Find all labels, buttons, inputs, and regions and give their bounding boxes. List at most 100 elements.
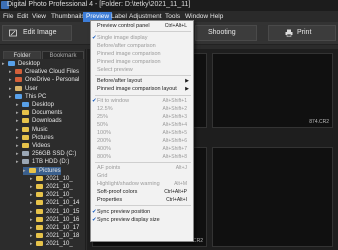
tree-node[interactable]: ▸ 2021_10_ [30, 175, 73, 183]
folder-icon [36, 184, 43, 189]
tree-node[interactable]: ▸ Downloads [16, 117, 62, 125]
menu-thumbnails[interactable]: Thumbnails [51, 12, 85, 22]
tree-node-label: Creative Cloud Files [25, 69, 80, 76]
tree-node-label: 256GB SSD (C:) [32, 151, 77, 158]
menu-separator [95, 31, 191, 33]
menu-item-label: Grid [97, 173, 108, 180]
menu-item-shortcut: Alt+J [175, 165, 187, 172]
folder-icon [22, 118, 29, 124]
menu-item-label: 800% [97, 153, 112, 160]
shooting-button[interactable]: Shooting [195, 25, 257, 41]
menu-item: 50% Alt+Shift+4 [91, 121, 193, 129]
tree-node[interactable]: ▸ Documents [16, 109, 62, 117]
tree-node-label: Documents [32, 110, 63, 117]
menu-item-label: AF points [97, 165, 121, 172]
tree-node[interactable]: ▸ Pictures [23, 166, 61, 175]
tree-node[interactable]: ▸ 2021_10_17 [30, 224, 79, 232]
title-bar: Digital Photo Professional 4 - [Folder: … [0, 0, 338, 11]
menu-item: 100% Alt+Shift+5 [91, 129, 193, 137]
tree-node[interactable]: ▸ 2021_10_ [30, 191, 73, 199]
menu-item-label: 50% [97, 121, 109, 128]
printer-icon [285, 29, 293, 37]
thumbnail-item[interactable]: 874.CR2 [212, 53, 333, 128]
pane-tabs: Folder Bookmark [0, 49, 85, 59]
cloud-icon [15, 77, 22, 83]
edit-icon [9, 29, 17, 37]
tree-node[interactable]: ▸ Music [16, 126, 48, 134]
menu-item-label: 200% [97, 137, 112, 144]
tree-node[interactable]: ▸ This PC [9, 93, 46, 101]
checkmark-icon: ✔ [92, 216, 97, 223]
menu-item-label: Properties [97, 197, 123, 203]
tree-node[interactable]: ▸ OneDrive - Personal [9, 76, 79, 84]
print-label: Print [297, 29, 312, 36]
tree-node[interactable]: ▸ 2021_10_15 [30, 208, 79, 216]
tab-bookmark[interactable]: Bookmark [42, 51, 84, 59]
tree-node[interactable]: ▸ Desktop [2, 60, 40, 68]
menu-item[interactable]: Soft-proof colors Ctrl+Alt+P [91, 188, 193, 196]
menu-item-shortcut: Alt+Shift+6 [162, 137, 187, 144]
tree-node-label: 2021_10_15 [46, 208, 80, 215]
print-button[interactable]: Print [268, 25, 336, 41]
tree-node[interactable]: ▸ Creative Cloud Files [9, 68, 79, 76]
tree-node-label: 2021_10_ [46, 192, 73, 199]
menu-item[interactable]: Pinned image comparison layout ▶ [91, 85, 193, 93]
tree-node[interactable]: ▸ Pictures [16, 134, 54, 142]
folder-icon [36, 192, 43, 198]
pc-icon [22, 102, 29, 107]
tree-node[interactable]: ▸ 2021_10_ [30, 240, 73, 248]
tree-node[interactable]: ▸ Videos [16, 142, 50, 150]
tree-node[interactable]: ▸ 2021_10_14 [30, 199, 79, 207]
menu-item[interactable]: Before/after layout ▶ [91, 77, 193, 85]
edit-image-button[interactable]: Edit Image [2, 25, 72, 41]
menu-item[interactable]: ✔ Sync preview display size [91, 216, 193, 224]
menu-file[interactable]: File [3, 12, 13, 22]
tree-node[interactable]: ▸ Desktop [16, 101, 54, 109]
menu-item[interactable]: Preview control panel Ctrl+Alt+L [91, 22, 193, 30]
tree-node-label: 2021_10_ [46, 241, 73, 248]
menu-item[interactable]: Properties Ctrl+Alt+I [91, 196, 193, 204]
tree-node[interactable]: ▸ User [9, 85, 38, 93]
folder-icon [22, 143, 29, 148]
checkmark-icon: ✔ [92, 98, 97, 105]
tree-node[interactable]: ▸ 2021_10_18 [30, 232, 79, 240]
window-title: Digital Photo Professional 4 - [Folder: … [7, 1, 191, 8]
tree-node[interactable]: ▸ 2021_10_ [30, 183, 73, 191]
menu-item-shortcut: Alt+Shift+3 [162, 114, 187, 120]
tree-node[interactable]: ▸ 256GB SSD (C:) [16, 150, 76, 158]
menu-item-shortcut: Ctrl+Alt+I [166, 197, 187, 203]
menu-view[interactable]: View [32, 12, 46, 22]
tree-node-label: Downloads [32, 118, 62, 125]
menu-item-label: 25% [97, 114, 109, 120]
checkmark-icon: ✔ [92, 34, 97, 41]
shooting-label: Shooting [208, 29, 236, 36]
menu-help[interactable]: Help [210, 12, 223, 22]
folder-icon [22, 126, 29, 132]
folder-icon [36, 200, 43, 206]
tree-node[interactable]: ▸ 2021_10_16 [30, 216, 79, 224]
tree-node-label: 2021_10_18 [46, 233, 80, 240]
menu-item[interactable]: ✔ Sync preview position [91, 208, 193, 216]
menu-item: ✔ Single image display [91, 34, 193, 42]
folder-pane: Folder Bookmark ▸ Desktop ▸ Creative Cloud … [0, 49, 86, 250]
tree-node-label: Music [32, 126, 48, 133]
menu-item-label: 400% [97, 145, 112, 152]
tree-node-label: 2021_10_16 [46, 216, 80, 223]
menu-item-shortcut: Alt+Shift+7 [162, 145, 187, 152]
menu-item-label: Soft-proof colors [97, 189, 138, 196]
menu-item-label: Before/after comparison [97, 42, 156, 49]
folder-icon [36, 175, 43, 181]
folder-icon [36, 241, 43, 247]
tree-node[interactable]: ▸ 1TB HDD (D:) [16, 158, 69, 166]
checkmark-icon: ✔ [92, 208, 97, 215]
menu-separator [95, 161, 191, 163]
thumbnail-item[interactable] [212, 147, 333, 247]
menu-edit[interactable]: Edit [17, 12, 28, 22]
menu-item-label: Before/after layout [97, 78, 142, 85]
menu-item-shortcut: Alt+Shift+8 [162, 153, 187, 160]
menu-item-shortcut: Alt+Shift+5 [162, 129, 187, 136]
tab-folder[interactable]: Folder [3, 51, 41, 59]
menu-item: ✔ Fit to window Alt+Shift+1 [91, 97, 193, 105]
menu-item-label: Pinned image comparison [97, 58, 161, 65]
menu-item: Select preview [91, 66, 193, 74]
